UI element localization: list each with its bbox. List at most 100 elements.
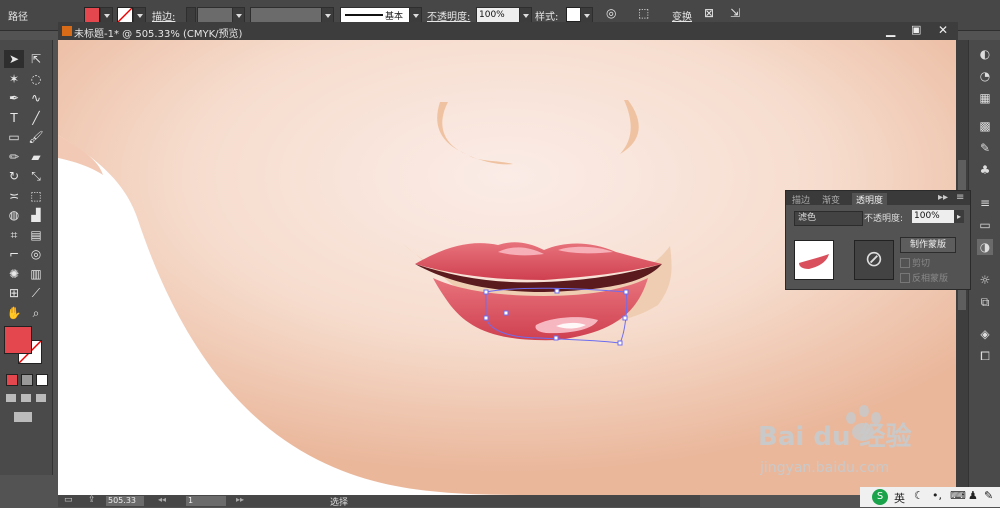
ime-taskbar: S 英 ☾ •, ⌨ ♟ ✎ — [860, 487, 1000, 507]
close-icon[interactable]: ✕ — [938, 23, 948, 37]
tab-stroke[interactable]: 描边 — [792, 193, 810, 206]
panel-dock: ◐ ◔ ▦ ▩ ✎ ♣ ≡ ▭ ◑ ☼ ⧉ ◈ ⧠ — [968, 40, 1000, 495]
lasso-icon[interactable]: ◌ — [26, 70, 46, 88]
tab-gradient[interactable]: 渐变 — [822, 193, 840, 206]
none-mode-icon[interactable] — [36, 374, 48, 386]
no-mask-icon[interactable]: ⊘ — [854, 240, 894, 280]
hand-icon[interactable]: ✋ — [4, 304, 24, 322]
tab-transparency[interactable]: 透明度 — [852, 193, 888, 206]
blend-icon[interactable]: ◎ — [26, 245, 46, 263]
document-title-bar: 未标题-1* @ 505.33% (CMYK/预览) ▁ ▣ ✕ — [58, 22, 958, 40]
keyboard-icon[interactable]: ⌨ — [950, 489, 966, 502]
artboards-icon[interactable]: ⧠ — [977, 348, 993, 364]
column-graph-icon[interactable]: ▥ — [26, 265, 46, 283]
opacity-arrow-icon[interactable]: ▸ — [954, 210, 964, 223]
graphic-style-swatch[interactable] — [566, 7, 581, 22]
draw-behind-icon[interactable] — [21, 394, 31, 402]
symbols-icon[interactable]: ♣ — [977, 162, 993, 178]
minimize-icon[interactable]: ▁ — [886, 23, 895, 37]
first-page-icon[interactable]: ◂◂ — [158, 495, 166, 504]
swatch-grid-icon[interactable]: ▩ — [977, 118, 993, 134]
ime-language-label[interactable]: 英 — [894, 490, 905, 506]
draw-inside-icon[interactable] — [36, 394, 46, 402]
graphic-styles-icon[interactable]: ⧉ — [977, 294, 993, 310]
current-tool-label: 选择 — [330, 498, 349, 508]
curvature-icon[interactable]: ∿ — [26, 89, 46, 107]
rectangle-icon[interactable]: ▭ — [4, 128, 24, 146]
gradient-icon[interactable]: ▤ — [26, 226, 46, 244]
stroke-panel-icon[interactable]: ≡ — [977, 195, 993, 211]
fill-color-swatch[interactable] — [4, 326, 32, 354]
perspective-grid-icon[interactable]: ▟ — [26, 206, 46, 224]
rotate-icon[interactable]: ↻ — [4, 167, 24, 185]
page-input[interactable]: 1 — [186, 496, 226, 506]
eraser-icon[interactable]: ▰ — [26, 148, 46, 166]
invert-mask-checkbox[interactable] — [900, 273, 910, 283]
status-bar: ▭ ⇪ 505.33 ◂◂ 1 ▸▸ 选择 — [58, 495, 700, 508]
recolor-artwork-icon[interactable]: ◎ — [606, 6, 616, 20]
stroke-label[interactable]: 描边: — [152, 8, 175, 23]
eyedropper-icon[interactable]: ⌐ — [4, 245, 24, 263]
color-mode-icon[interactable] — [6, 374, 18, 386]
share-icon[interactable]: ⇪ — [88, 495, 96, 505]
transparency-panel-icon[interactable]: ◑ — [977, 239, 993, 255]
scale-icon[interactable]: ⤡ — [26, 167, 46, 185]
magic-wand-icon[interactable]: ✶ — [4, 70, 24, 88]
make-mask-button[interactable]: 制作蒙版 — [900, 237, 956, 253]
symbol-sprayer-icon[interactable]: ✺ — [4, 265, 24, 283]
wrench-icon[interactable]: ✎ — [984, 489, 993, 502]
user-icon[interactable]: ♟ — [968, 489, 978, 502]
align-icon[interactable]: ⬚ — [638, 6, 649, 20]
transform-label[interactable]: 变换 — [672, 8, 692, 23]
pencil-icon[interactable]: ✏ — [4, 148, 24, 166]
draw-normal-icon[interactable] — [6, 394, 16, 402]
stroke-swatch[interactable] — [117, 7, 133, 23]
line-icon[interactable]: ╱ — [26, 109, 46, 127]
moon-icon[interactable]: ☾ — [914, 489, 924, 502]
opacity-label[interactable]: 不透明度: — [427, 8, 470, 23]
collapse-icon[interactable]: ▸▸ — [938, 192, 948, 203]
artboard-nav-icon[interactable]: ▭ — [64, 495, 73, 505]
shape-builder-icon[interactable]: ◍ — [4, 206, 24, 224]
free-transform-icon[interactable]: ⬚ — [26, 187, 46, 205]
gradient-panel-icon[interactable]: ▭ — [977, 217, 993, 233]
color-guide-icon[interactable]: ◔ — [977, 68, 993, 84]
punctuation-icon[interactable]: •, — [932, 489, 942, 502]
appearance-icon[interactable]: ☼ — [977, 272, 993, 288]
gradient-mode-icon[interactable] — [21, 374, 33, 386]
direct-selection-icon[interactable]: ⇱ — [26, 50, 46, 68]
clip-checkbox[interactable] — [900, 258, 910, 268]
blend-mode-select[interactable]: 滤色 — [794, 211, 863, 226]
color-panel-icon[interactable]: ◐ — [977, 46, 993, 62]
selection-icon[interactable]: ➤ — [4, 50, 24, 68]
brushes-icon[interactable]: ✎ — [977, 140, 993, 156]
paintbrush-icon[interactable]: 🖌 — [26, 128, 46, 146]
maximize-icon[interactable]: ▣ — [911, 23, 921, 36]
sogou-ime-icon[interactable]: S — [872, 489, 888, 505]
panel-menu-icon[interactable]: ≡ — [956, 192, 964, 203]
zoom-icon[interactable]: ⌕ — [26, 304, 46, 322]
swatches-icon[interactable]: ▦ — [977, 90, 993, 106]
panel-opacity-input[interactable]: 100% — [912, 210, 954, 223]
pen-icon[interactable]: ✒ — [4, 89, 24, 107]
stroke-line-icon — [345, 14, 383, 16]
type-icon[interactable]: T — [4, 109, 24, 127]
zoom-input[interactable]: 505.33 — [106, 496, 144, 506]
mesh-icon[interactable]: ⌗ — [4, 226, 24, 244]
none-stroke-icon — [117, 7, 133, 23]
width-icon[interactable]: ≍ — [4, 187, 24, 205]
watermark-url: jingyan.baidu.com — [760, 460, 890, 476]
flip-icon[interactable]: ⇲ — [730, 6, 740, 20]
lip-thumbnail-shape — [799, 254, 829, 269]
next-page-icon[interactable]: ▸▸ — [236, 495, 244, 504]
fill-swatch[interactable] — [84, 7, 100, 23]
stroke-style-label: 基本 — [385, 12, 404, 22]
layers-icon[interactable]: ◈ — [977, 326, 993, 342]
isolate-icon[interactable]: ⊠ — [704, 6, 714, 20]
screen-mode-icon[interactable] — [14, 412, 32, 422]
artboard-icon[interactable]: ⊞ — [4, 284, 24, 302]
object-thumbnail[interactable] — [794, 240, 834, 280]
slice-icon[interactable]: ⟋ — [26, 284, 46, 302]
object-type-label: 路径 — [8, 12, 28, 23]
document-title: 未标题-1* @ 505.33% (CMYK/预览) — [74, 29, 243, 40]
